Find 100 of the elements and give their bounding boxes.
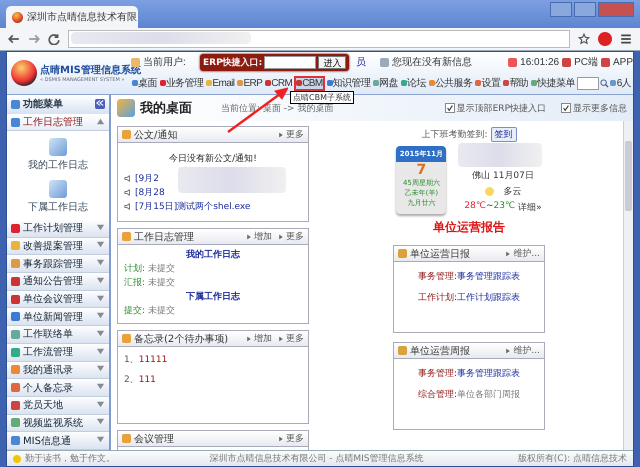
address-field[interactable]: [68, 30, 570, 48]
menu-group[interactable]: 通知公告管理: [7, 272, 109, 291]
panel-action[interactable]: 更多: [286, 128, 304, 141]
logo-icon: [11, 60, 37, 86]
nav-item[interactable]: ERP: [236, 76, 264, 90]
sidebar-title: 功能菜单: [23, 98, 63, 112]
nav-item[interactable]: 知识管理: [326, 75, 372, 91]
menu-group[interactable]: MIS信息通: [7, 432, 109, 450]
nav-icon: [326, 80, 333, 86]
report-link[interactable]: 工作计划跟踪表: [457, 293, 520, 303]
logo-icon: [12, 12, 23, 22]
report-icon: [398, 249, 407, 258]
notice-link[interactable]: [9月2: [135, 172, 159, 185]
menu-group[interactable]: 工作计划管理: [7, 220, 109, 238]
nav-item[interactable]: 网盘: [372, 75, 400, 91]
nav-icon: [132, 80, 138, 86]
panel-action[interactable]: 维护...: [513, 344, 540, 357]
triangle-icon: [278, 436, 284, 442]
triangle-icon: [278, 234, 284, 240]
checkbox[interactable]: [444, 103, 455, 113]
nav-item[interactable]: 业务管理: [158, 75, 204, 91]
panel-action[interactable]: 更多: [286, 332, 304, 345]
triangle-icon: [278, 336, 284, 342]
panel-action[interactable]: 维护...: [513, 247, 540, 260]
user-name: 员: [356, 56, 366, 69]
reload-icon[interactable]: [48, 33, 60, 45]
nav-item[interactable]: 快捷菜单: [530, 75, 576, 91]
browser-tab[interactable]: 深圳市点晴信息技术有限: [6, 6, 138, 28]
checkbox-label[interactable]: 显示更多信息: [573, 102, 627, 114]
menu-item[interactable]: 我的工作日志: [28, 138, 88, 172]
menu-group[interactable]: 个人备忘录: [7, 379, 109, 397]
log-heading[interactable]: 我的工作日志: [124, 248, 302, 261]
back-icon[interactable]: [8, 33, 20, 45]
temperature-range: 28℃~23℃: [464, 201, 516, 213]
status-motto: 勤于读书，勉于作文。: [25, 452, 115, 465]
collapse-button[interactable]: [95, 99, 105, 110]
report-link[interactable]: 事务管理跟踪表: [457, 369, 520, 379]
menu-group[interactable]: 视频监视系统: [7, 414, 109, 432]
menu-group[interactable]: 工作流管理: [7, 344, 109, 362]
menu-group[interactable]: 事务跟踪管理: [7, 255, 109, 273]
menu-item[interactable]: 下属工作日志: [28, 180, 88, 214]
weather-details-link[interactable]: 详细»: [518, 201, 542, 214]
memo-item[interactable]: 2、111: [124, 373, 302, 386]
nav-item[interactable]: 论坛: [400, 75, 427, 91]
notice-link[interactable]: [7月15日]测试两个shel.exe: [135, 200, 250, 213]
nav-item[interactable]: CBM: [294, 76, 325, 90]
star-icon[interactable]: [578, 33, 590, 45]
menu-group[interactable]: 单位新闻管理: [7, 308, 109, 326]
report-text: 单位各部门周报: [457, 390, 520, 400]
nav-item[interactable]: 帮助: [502, 75, 530, 91]
memo-item[interactable]: 1、11111: [124, 353, 302, 366]
sign-in-button[interactable]: 签到: [490, 127, 517, 142]
header-link[interactable]: PC端: [574, 55, 598, 69]
nav-item[interactable]: CRM: [264, 76, 294, 90]
search-icon[interactable]: [600, 78, 609, 88]
collapse-icon: [96, 116, 105, 126]
nav-item[interactable]: 公共服务: [428, 75, 474, 91]
online-count: 6人: [616, 77, 632, 90]
report-label: 工作计划:: [418, 293, 458, 303]
panel-action[interactable]: 更多: [286, 230, 304, 243]
square-icon: [600, 58, 610, 66]
search-field[interactable]: [576, 76, 599, 90]
erp-input-field[interactable]: [264, 56, 316, 69]
menu-group[interactable]: 单位会议管理: [7, 290, 109, 308]
panel-title: 单位运营日报: [410, 248, 470, 260]
message-status[interactable]: 您现在没有新信息: [392, 55, 472, 69]
triangle-icon: [246, 234, 252, 240]
report-icon: [398, 346, 407, 355]
nav-item[interactable]: 桌面: [131, 75, 158, 91]
status-company: 深圳市点晴信息技术有限公司 - 点晴MIS管理信息系统: [209, 452, 424, 465]
scrollbar[interactable]: [623, 121, 633, 450]
checkbox[interactable]: [561, 103, 571, 113]
report-link[interactable]: 事务管理跟踪表: [457, 272, 520, 282]
report-label: 事务管理:: [418, 369, 458, 379]
menu-group[interactable]: 工作日志管理: [7, 114, 109, 132]
double-chevron-icon: [96, 99, 104, 108]
nav-item[interactable]: Email: [205, 76, 236, 90]
enter-button[interactable]: 进入: [318, 56, 346, 69]
menu-group[interactable]: 我的通讯录: [7, 362, 109, 380]
menu-group[interactable]: 改善提案管理: [7, 238, 109, 256]
panel-title: 公文/通知: [134, 128, 178, 142]
log-heading[interactable]: 下属工作日志: [124, 290, 302, 303]
triangle-icon: [246, 336, 252, 342]
forward-icon[interactable]: [28, 33, 40, 45]
report-title: 单位运营报告: [433, 219, 505, 236]
menu-icon[interactable]: [620, 33, 632, 45]
triangle-icon: [278, 132, 284, 138]
adblock-icon[interactable]: [598, 32, 612, 46]
menu-group[interactable]: 党员天地: [7, 396, 109, 415]
checkbox-label[interactable]: 显示顶部ERP快捷入口: [456, 102, 546, 114]
header-link[interactable]: APP: [612, 56, 633, 68]
menu-group[interactable]: 工作联络单: [7, 326, 109, 344]
notice-link[interactable]: [8月28: [135, 186, 165, 199]
nav-item[interactable]: 设置: [474, 75, 502, 91]
report-label: 综合管理:: [418, 390, 458, 400]
panel-icon: [122, 130, 131, 139]
clock-time: 16:01:26: [520, 56, 560, 68]
panel-action[interactable]: 增加: [254, 230, 272, 243]
panel-action[interactable]: 更多: [286, 432, 304, 445]
panel-action[interactable]: 增加: [254, 332, 272, 345]
